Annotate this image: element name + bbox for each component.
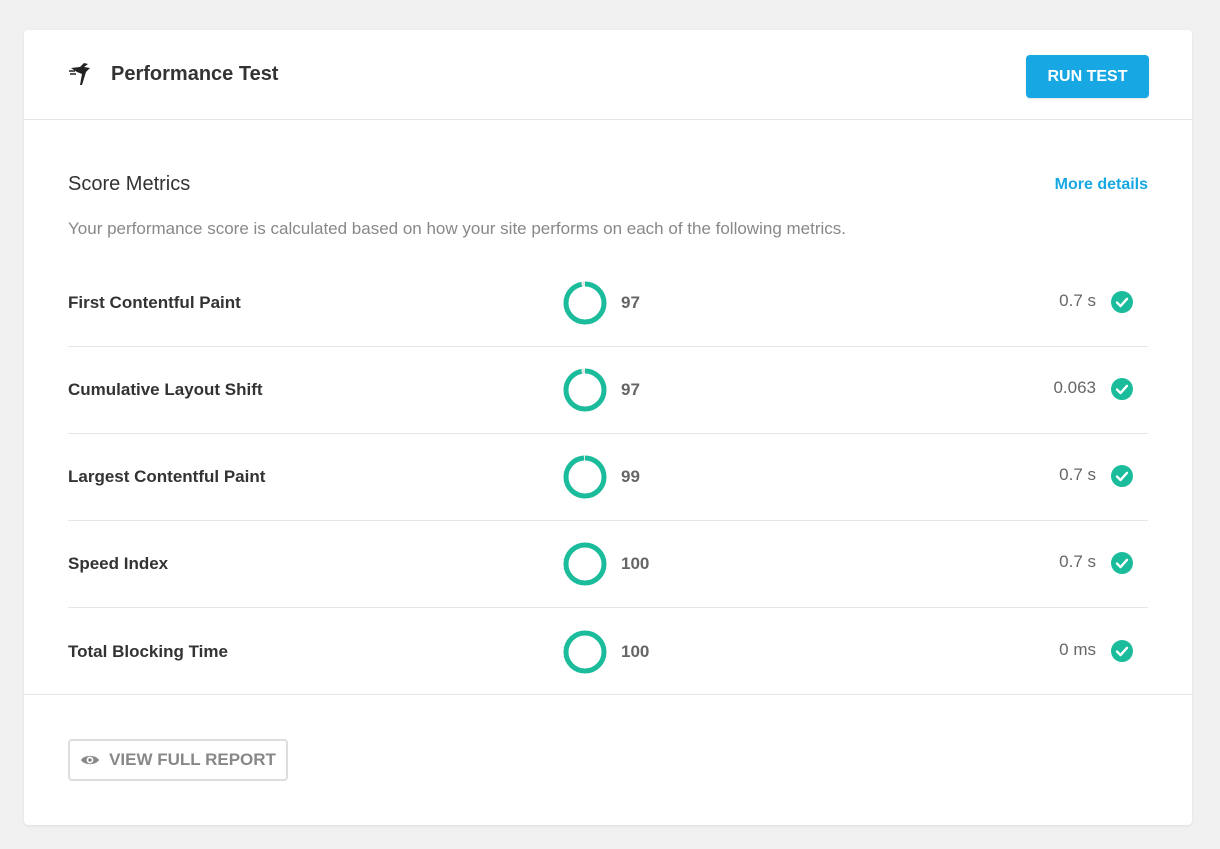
card-footer: VIEW FULL REPORT	[24, 695, 1192, 825]
score-ring-fill	[563, 630, 607, 673]
score-ring-icon	[563, 455, 607, 499]
section-title: Score Metrics	[68, 173, 191, 195]
score-ring-fill	[563, 542, 607, 586]
view-full-report-label: VIEW FULL REPORT	[109, 750, 276, 769]
score-ring-fill	[563, 368, 607, 412]
page-title: Performance Test	[111, 63, 279, 85]
run-test-button[interactable]: RUN TEST	[1026, 55, 1149, 98]
metric-score: 99	[621, 467, 640, 486]
metric-score: 97	[621, 293, 640, 312]
metric-row: Total Blocking Time 100 0 ms	[68, 608, 1148, 695]
metric-value: 0.7 s	[1059, 291, 1096, 310]
eye-icon	[80, 753, 100, 767]
score-metrics-section: Score Metrics More details Your performa…	[24, 120, 1192, 695]
metric-name: Total Blocking Time	[68, 641, 228, 661]
more-details-link[interactable]: More details	[1055, 176, 1148, 194]
metric-value: 0.7 s	[1059, 552, 1096, 571]
metric-name: First Contentful Paint	[68, 293, 241, 312]
check-circle-icon	[1111, 552, 1133, 575]
metric-row: First Contentful Paint 97 0.7 s	[68, 260, 1148, 347]
metric-name: Cumulative Layout Shift	[68, 380, 263, 399]
score-ring-fill	[563, 455, 607, 499]
score-ring-icon	[563, 281, 607, 325]
metrics-list: First Contentful Paint 97 0.7 s Cumulati…	[68, 260, 1148, 695]
check-circle-icon	[1111, 378, 1133, 401]
score-ring-icon	[563, 368, 607, 412]
score-ring-fill	[563, 281, 607, 325]
metric-row: Speed Index 100 0.7 s	[68, 521, 1148, 608]
metric-value: 0.063	[1053, 378, 1096, 397]
metric-score: 97	[621, 380, 640, 399]
check-circle-icon	[1111, 639, 1133, 662]
score-ring-icon	[563, 630, 607, 673]
metric-row: Largest Contentful Paint 99 0.7 s	[68, 434, 1148, 521]
view-full-report-button[interactable]: VIEW FULL REPORT	[68, 739, 288, 781]
performance-test-card: Performance Test RUN TEST Score Metrics …	[24, 30, 1192, 825]
check-circle-icon	[1111, 465, 1133, 488]
metric-score: 100	[621, 641, 650, 661]
metric-value: 0 ms	[1059, 639, 1096, 659]
hummingbird-icon	[68, 60, 98, 90]
metric-score: 100	[621, 554, 650, 573]
section-description: Your performance score is calculated bas…	[68, 219, 846, 238]
metric-name: Largest Contentful Paint	[68, 467, 266, 486]
metric-row: Cumulative Layout Shift 97 0.063	[68, 347, 1148, 434]
metric-name: Speed Index	[68, 554, 169, 573]
card-header: Performance Test RUN TEST	[24, 30, 1192, 120]
metric-value: 0.7 s	[1059, 465, 1096, 484]
check-circle-icon	[1111, 291, 1133, 314]
score-ring-icon	[563, 542, 607, 586]
